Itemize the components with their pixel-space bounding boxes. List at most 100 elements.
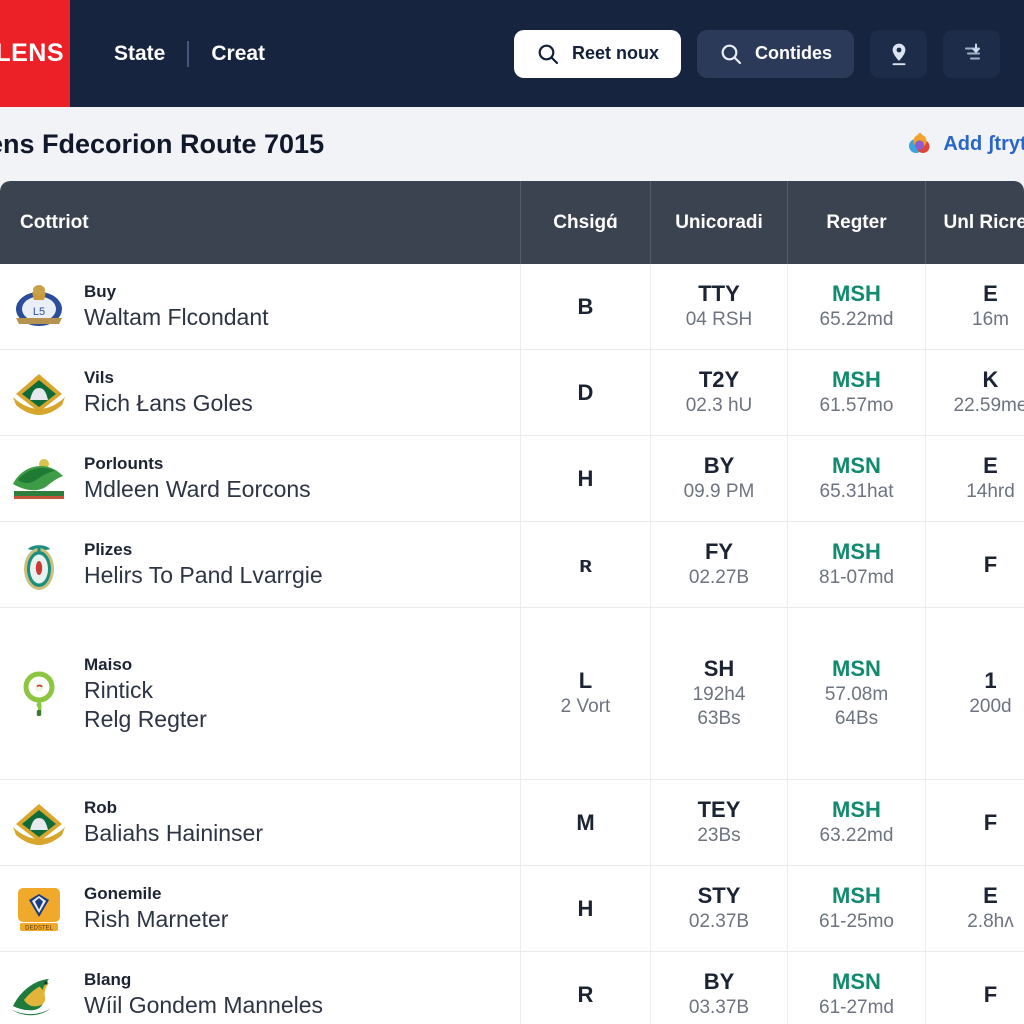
search-secondary-label: Contides (754, 43, 832, 63)
cell-unl-ricres-sub: 14hrd (966, 480, 1015, 502)
cell-regter-sub-2: 64Bs (834, 708, 879, 730)
cell-unl-ricres: E 16m (925, 264, 1024, 349)
row-name-main: Waltam Flcondant (84, 304, 269, 330)
cell-chsiga-main: H (577, 895, 594, 921)
cell-unicoradi: T2Y 02.3 hU (650, 350, 787, 435)
nav-links: State Creat (92, 40, 287, 67)
table-row[interactable]: Rob Baliahs Haininser M TEY 23Bs MSH 63.22md F (0, 780, 1024, 866)
brand-label: LENS (0, 39, 64, 67)
cell-regter-main: MSH (832, 883, 881, 909)
page-titlebar: ens Fdecorion Route 7015 Add ʃtryted (0, 107, 1024, 181)
cell-unl-ricres-main: 1 (984, 668, 997, 694)
cell-unicoradi-sub: 23Bs (697, 824, 741, 846)
cell-unl-ricres-main: F (983, 981, 998, 1007)
cell-chsiga: L2 Vort (520, 608, 650, 779)
row-name-top: Blang (84, 970, 132, 989)
cell-unl-ricres: F (925, 780, 1024, 865)
crest-gold-square-icon: DEDSTEL (10, 880, 68, 938)
location-pin-icon (887, 41, 911, 67)
cell-cottriot: L5 Buy Waltam Flcondant (0, 264, 520, 349)
nav-link-creat[interactable]: Creat (189, 42, 287, 66)
search-primary-button[interactable]: Reet noux (513, 29, 681, 78)
table-row[interactable]: Maiso Rintick Relg Regter L 2 Vort SH 192h4 63B… (0, 608, 1024, 780)
cell-unicoradi-sub: 192h4 (692, 683, 746, 705)
column-header-chsiga[interactable]: Chsigɑ́ (520, 181, 650, 264)
brand-logo[interactable]: LENS (0, 0, 70, 107)
filter-button[interactable] (943, 29, 1000, 78)
table-header-row: Cottriot Chsigɑ́ Unicoradi Regter Unl Ri… (0, 181, 1024, 264)
cell-regter-sub: 81-07md (819, 566, 894, 588)
nav-link-state[interactable]: State (92, 42, 187, 66)
cell-chsiga-main: ʀ (579, 551, 592, 577)
cell-unicoradi-sub: 02.3 hU (685, 394, 753, 416)
cell-regter: MSH 61.57mo (787, 350, 925, 435)
cell-unl-ricres-sub: 200d (969, 695, 1012, 717)
column-header-unicoradi[interactable]: Unicoradi (650, 181, 787, 264)
row-name-top: Porlounts (84, 454, 164, 473)
table-row[interactable]: Blang Wíil Gondem Manneles R BY 03.37B MSN 61-… (0, 952, 1024, 1024)
row-name-main: Baliahs Haininser (84, 820, 263, 846)
cell-chsiga: D (520, 350, 650, 435)
cell-chsiga: B (520, 264, 650, 349)
crest-green-wave-icon (10, 450, 68, 508)
cell-chsiga-main: D (577, 379, 594, 405)
crest-green-gold-icon (10, 364, 68, 422)
row-name-top: Vils (84, 368, 114, 387)
cell-unicoradi-sub: 02.27B (688, 566, 750, 588)
add-button[interactable]: Add ʃtryted (907, 130, 1024, 158)
table-row[interactable]: L5 Buy Waltam Flcondant B TTY 04 RSH MSH 65.22… (0, 264, 1024, 350)
cell-regter-sub: 65.31hat (819, 480, 894, 502)
column-header-cottriot[interactable]: Cottriot (0, 181, 520, 264)
location-button[interactable] (870, 29, 927, 78)
cell-regter: MSN 57.08m 64Bs (787, 608, 925, 779)
cell-unicoradi-sub: 02.37B (688, 910, 750, 932)
page-title: ens Fdecorion Route 7015 (0, 128, 325, 159)
top-navbar: LENS State Creat Reet noux Contides (0, 0, 1024, 107)
cell-chsiga-main: M (576, 809, 595, 835)
cell-unl-ricres-main: E (983, 883, 998, 909)
row-name-main: Wíil Gondem Manneles (84, 992, 324, 1018)
table-body: L5 Buy Waltam Flcondant B TTY 04 RSH MSH 65.22… (0, 264, 1024, 1024)
crest-blue-knight-icon: L5 (10, 278, 68, 336)
cell-chsiga-main: B (577, 293, 594, 319)
search-primary-label: Reet noux (571, 43, 659, 63)
cell-regter-sub: 57.08m (824, 683, 889, 705)
cell-unl-ricres: E 2.8hʌ (925, 866, 1024, 951)
cell-regter-sub: 61-27md (819, 996, 894, 1018)
cell-unicoradi-main: T2Y (698, 367, 740, 393)
cell-chsiga-main: L (578, 668, 593, 694)
cell-regter-sub: 61.57mo (819, 394, 894, 416)
cell-unicoradi-main: TTY (698, 281, 740, 307)
column-header-regter[interactable]: Regter (787, 181, 925, 264)
cell-unl-ricres-sub: 16m (972, 308, 1009, 330)
cell-regter-sub: 61-25mo (819, 910, 894, 932)
search-icon (536, 42, 560, 66)
cell-cottriot: Plizes Helirs To Pand Lvarrgie (0, 522, 520, 607)
cell-unl-ricres-sub: 22.59me (953, 394, 1024, 416)
cell-chsiga: R (520, 952, 650, 1024)
search-secondary-button[interactable]: Contides (696, 29, 854, 78)
cell-chsiga: M (520, 780, 650, 865)
row-name-main: Rintick (84, 676, 154, 703)
cell-unl-ricres: K 22.59me (925, 350, 1024, 435)
cell-unicoradi: TTY 04 RSH (650, 264, 787, 349)
cell-chsiga: H (520, 866, 650, 951)
cell-cottriot: Porlounts Mdleen Ward Eorcons (0, 436, 520, 521)
column-header-unl-ricres[interactable]: Unl Ricres (925, 181, 1024, 264)
table-row[interactable]: Vils Rich Łans Goles D T2Y 02.3 hU MSH 61.57mo… (0, 350, 1024, 436)
table-row[interactable]: Porlounts Mdleen Ward Eorcons H BY 09.9 PM MS… (0, 436, 1024, 522)
cell-regter-sub: 65.22md (819, 308, 894, 330)
row-name-top: Rob (84, 798, 118, 817)
cell-unicoradi: FY 02.27B (650, 522, 787, 607)
cell-unicoradi-main: TEY (697, 797, 741, 823)
cell-unicoradi-main: BY (703, 453, 735, 479)
cell-unicoradi-sub: 04 RSH (685, 308, 753, 330)
cell-unicoradi-main: FY (704, 539, 734, 565)
cell-unicoradi: SH 192h4 63Bs (650, 608, 787, 779)
row-name-top: Buy (84, 282, 117, 301)
nav-actions: Reet noux Contides (513, 29, 1024, 78)
table-row[interactable]: Plizes Helirs To Pand Lvarrgie ʀ FY 02.27B MS… (0, 522, 1024, 608)
table-row[interactable]: DEDSTEL Gonemile Rish Marneter H STY 02.37B M… (0, 866, 1024, 952)
cell-cottriot: Blang Wíil Gondem Manneles (0, 952, 520, 1024)
cell-unl-ricres: 1 200d (925, 608, 1024, 779)
